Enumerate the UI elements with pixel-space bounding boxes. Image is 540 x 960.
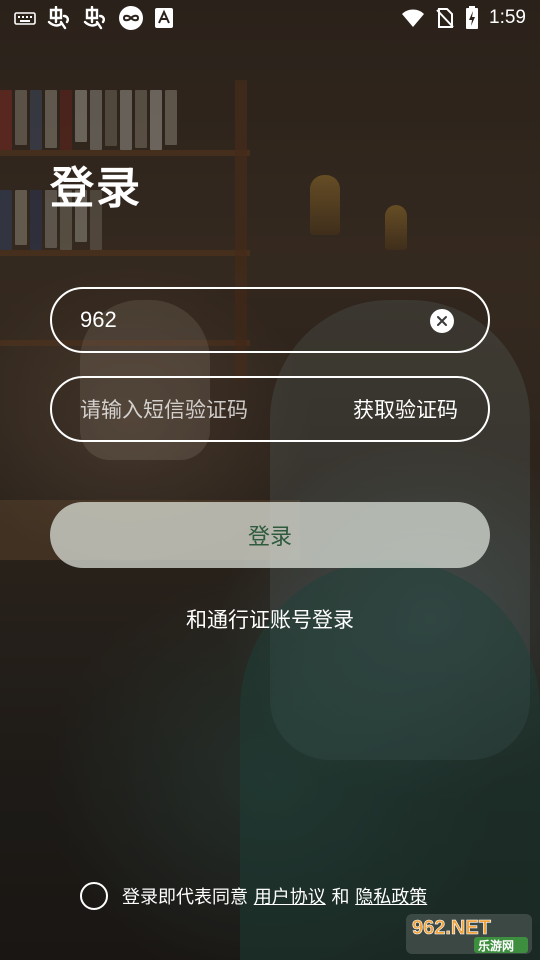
passport-login-link[interactable]: 和通行证账号登录 [0,604,540,634]
get-code-button[interactable]: 获取验证码 [353,394,458,424]
text-app-icon [154,6,174,30]
battery-charging-icon [465,6,479,30]
agreement-prefix: 登录即代表同意 [122,887,248,908]
status-bar: 1:59 [0,0,540,36]
no-sim-icon [435,6,455,30]
dim-overlay [0,0,540,960]
keyboard-icon [14,6,36,30]
notification-app-icon [46,6,72,30]
wifi-icon [401,6,425,30]
sms-code-field[interactable]: 请输入短信验证码 获取验证码 [50,376,490,442]
watermark-text-bottom: 乐游网 [478,938,514,953]
phone-input[interactable]: 962 [80,307,117,333]
page-title: 登录 [50,163,142,214]
background-photo [0,0,540,960]
sms-code-input[interactable]: 请输入短信验证码 [80,394,248,424]
clock: 1:59 [489,7,526,28]
phone-field[interactable]: 962 [50,287,490,353]
infinity-app-icon [118,6,144,30]
status-bar-right: 1:59 [401,6,526,30]
notification-app-icon [82,6,108,30]
clear-icon[interactable] [430,309,454,333]
status-bar-left [14,6,174,30]
privacy-policy-link[interactable]: 隐私政策 [355,887,427,908]
login-button[interactable]: 登录 [50,502,490,568]
agreement-radio[interactable] [80,882,108,910]
user-agreement-link[interactable]: 用户协议 [254,887,326,908]
watermark-logo: 962.NET 乐游网 [404,912,534,956]
agreement-text: 登录即代表同意 用户协议 和 隐私政策 [122,883,427,909]
watermark-text-top: 962.NET [412,917,491,939]
agreement-conjunction: 和 [331,887,350,908]
agreement-row: 登录即代表同意 用户协议 和 隐私政策 [80,882,427,910]
